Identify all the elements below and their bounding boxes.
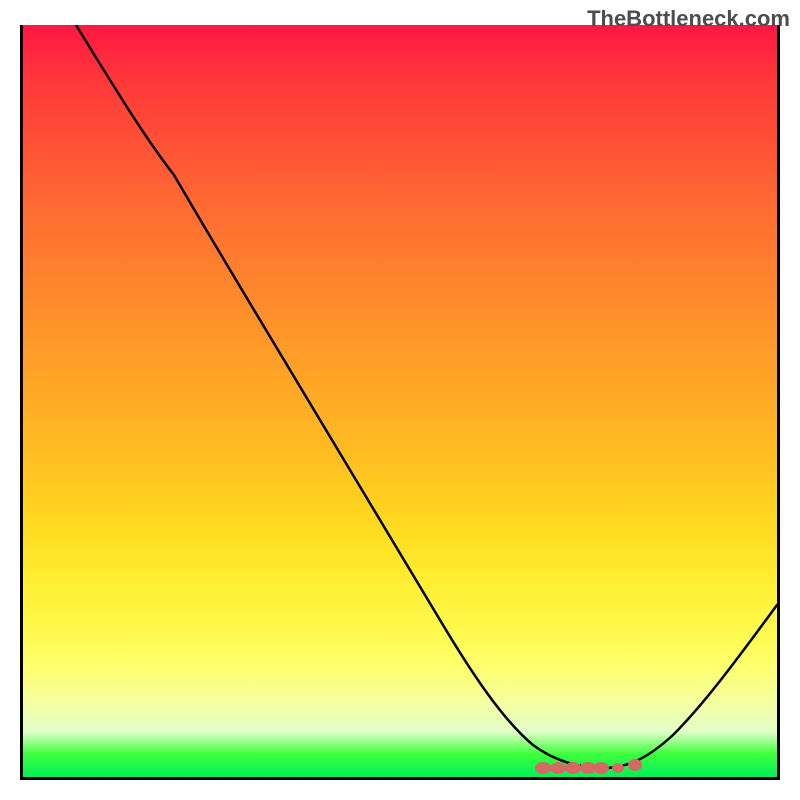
marker-dot xyxy=(550,762,566,774)
marker-dot xyxy=(535,762,551,774)
marker-dot xyxy=(565,762,581,774)
chart-svg xyxy=(23,25,777,774)
marker-dot xyxy=(612,763,624,773)
bottom-marker-group xyxy=(535,759,642,774)
marker-dot xyxy=(628,759,642,771)
plot-area xyxy=(20,25,780,780)
watermark-text: TheBottleneck.com xyxy=(587,6,790,32)
chart-container: TheBottleneck.com xyxy=(0,0,800,800)
marker-dot xyxy=(593,762,609,774)
main-curve xyxy=(76,25,777,768)
